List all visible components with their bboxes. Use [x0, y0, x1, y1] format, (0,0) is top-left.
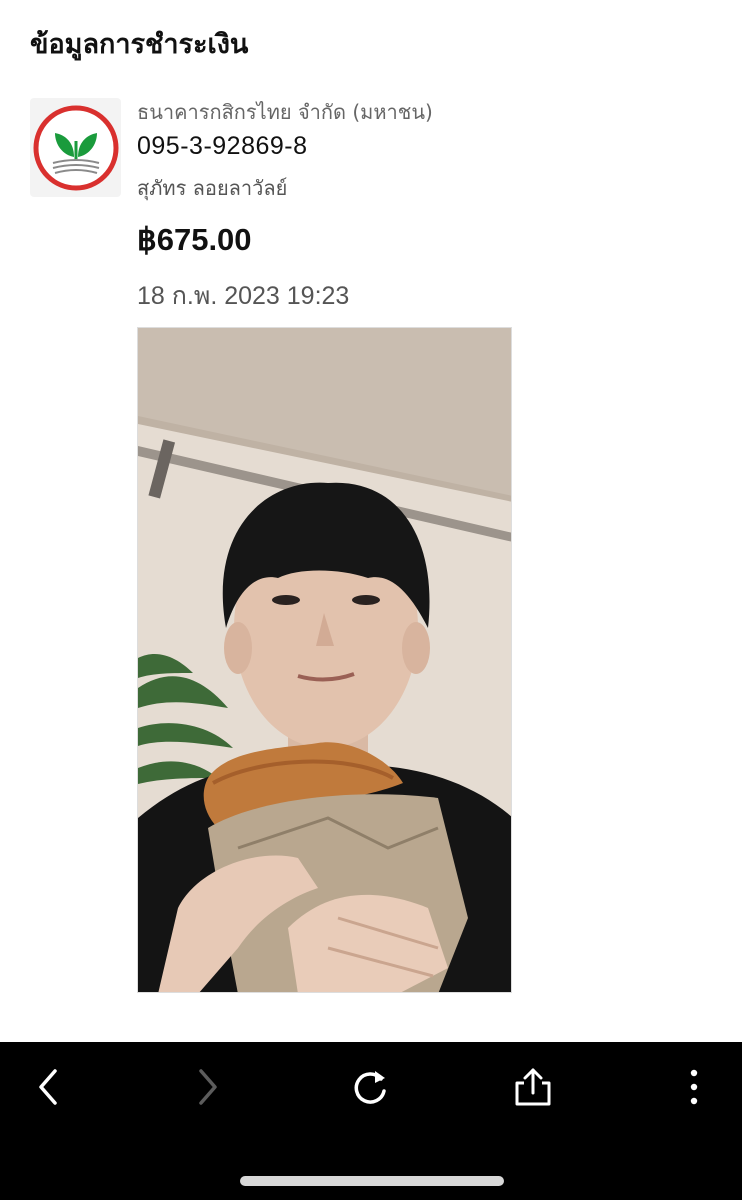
account-number: 095-3-92869-8 — [137, 132, 308, 160]
home-indicator[interactable] — [240, 1176, 504, 1186]
reload-button[interactable] — [341, 1062, 401, 1112]
payment-info-page: ข้อมูลการชำระเงิน ธนาคารกสิกรไทย จำกัด (… — [0, 0, 742, 1200]
bank-name: ธนาคารกสิกรไทย จำกัด (มหาชน) — [137, 100, 433, 124]
kasikorn-bank-logo-icon — [33, 105, 118, 190]
page-title: ข้อมูลการชำระเงิน — [30, 29, 249, 60]
selfie-photo — [138, 328, 511, 992]
bank-logo — [30, 98, 121, 197]
more-vertical-icon — [690, 1069, 698, 1105]
account-holder-name: สุภัทร ลอยลาวัลย์ — [137, 176, 288, 200]
attachment-photo[interactable] — [137, 327, 512, 993]
chevron-left-icon — [39, 1069, 57, 1105]
share-button[interactable] — [503, 1062, 563, 1112]
payment-datetime: 18 ก.พ. 2023 19:23 — [137, 282, 350, 310]
back-button[interactable] — [18, 1062, 78, 1112]
payment-amount: ฿675.00 — [137, 222, 252, 257]
share-icon — [515, 1068, 551, 1106]
chevron-right-icon — [199, 1069, 217, 1105]
forward-button[interactable] — [178, 1062, 238, 1112]
reload-icon — [354, 1071, 386, 1104]
more-button[interactable] — [664, 1062, 724, 1112]
